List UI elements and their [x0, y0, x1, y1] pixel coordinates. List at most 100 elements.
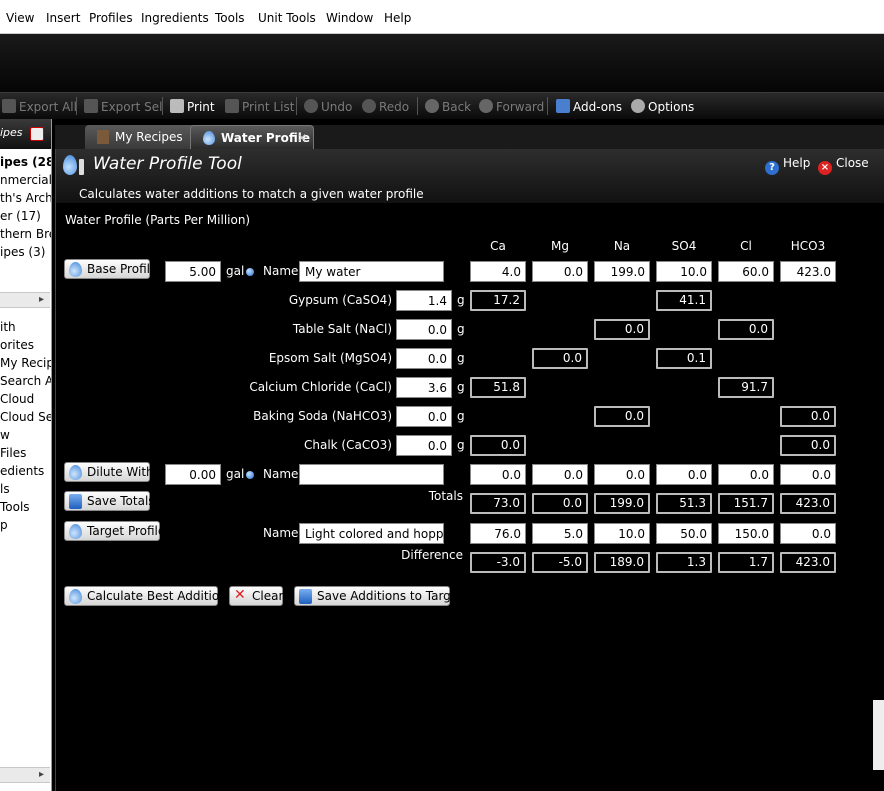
sidebar-item[interactable]: ipes (3)	[0, 245, 45, 259]
addition-unit: g	[457, 293, 465, 307]
close-tab-icon[interactable]: ✕	[297, 131, 307, 145]
ion-input-hco3[interactable]: 0.0	[780, 523, 836, 544]
ion-input-cl[interactable]: 60.0	[718, 261, 774, 282]
ion-value-cl: 151.7	[718, 493, 774, 514]
sidebar-item[interactable]: er (17)	[0, 209, 41, 223]
clear-button[interactable]: ✕ Clear	[229, 586, 283, 606]
options-button[interactable]: Options	[631, 99, 694, 114]
ion-input-so4[interactable]: 0.0	[656, 464, 712, 485]
ion-input-mg[interactable]: 0.0	[532, 261, 588, 282]
sidebar-item[interactable]: My Recip	[0, 356, 51, 370]
help-button[interactable]: ? Help	[765, 156, 810, 175]
target-profile-button[interactable]: Target Profile	[64, 521, 165, 541]
export-sel-button[interactable]: Export Sel	[84, 99, 162, 114]
vertical-scrollbar[interactable]	[873, 700, 884, 770]
dilute-volume-input[interactable]: 0.00	[165, 464, 221, 485]
ion-input-so4[interactable]: 50.0	[656, 523, 712, 544]
tab-water-profile[interactable]: Water Profile ✕	[190, 125, 314, 149]
menu-item-view[interactable]: View	[6, 11, 34, 25]
ribbon-area	[0, 34, 884, 92]
toolbar-separator	[547, 97, 548, 115]
save-totals-button[interactable]: Save Totals	[64, 491, 155, 511]
target-name-input[interactable]: Light colored and hoppy p	[299, 523, 444, 544]
ion-input-mg[interactable]: 0.0	[532, 464, 588, 485]
sidebar-item[interactable]: Cloud	[0, 392, 34, 406]
left-panel-header: ipes	[0, 119, 51, 149]
menu-item-window[interactable]: Window	[326, 11, 373, 25]
ion-value-hco3: 423.0	[780, 493, 836, 514]
print-button[interactable]: Print	[170, 99, 215, 114]
sidebar-item[interactable]: Files	[0, 446, 26, 460]
sidebar-item[interactable]: ls	[0, 482, 10, 496]
ion-input-so4[interactable]: 10.0	[656, 261, 712, 282]
forward-button[interactable]: Forward	[479, 99, 544, 114]
sidebar-item[interactable]: p	[0, 518, 8, 532]
ion-value-mg: -5.0	[532, 552, 588, 573]
menu-item-help[interactable]: Help	[384, 11, 411, 25]
addition-ion-hco3: 0.0	[780, 435, 836, 456]
addition-amount-input[interactable]: 3.6	[396, 377, 452, 398]
base-profile-button-label: Base Profile	[87, 262, 158, 276]
addition-unit: g	[457, 438, 465, 452]
addition-amount-input[interactable]: 0.0	[396, 319, 452, 340]
close-button[interactable]: × Close	[818, 156, 869, 175]
ion-input-cl[interactable]: 0.0	[718, 464, 774, 485]
horizontal-scrollbar[interactable]: ▸	[0, 767, 50, 783]
print-list-button[interactable]: Print List	[225, 99, 294, 114]
sidebar-item[interactable]: Tools	[0, 500, 30, 514]
dilute-unit-dot-icon[interactable]	[246, 471, 254, 479]
base-volume-input[interactable]: 5.00	[165, 261, 221, 282]
horizontal-scrollbar[interactable]: ▸	[0, 292, 50, 308]
menu-item-unit-tools[interactable]: Unit Tools	[258, 11, 316, 25]
recipe-icon[interactable]	[30, 127, 44, 141]
sidebar-item[interactable]: edients	[0, 464, 44, 478]
ion-input-hco3[interactable]: 0.0	[780, 464, 836, 485]
back-button[interactable]: Back	[425, 99, 471, 114]
export-all-button[interactable]: Export All	[2, 99, 77, 114]
export-icon	[2, 99, 16, 113]
addition-amount-input[interactable]: 0.0	[396, 435, 452, 456]
addition-amount-input[interactable]: 1.4	[396, 290, 452, 311]
ion-input-ca[interactable]: 76.0	[470, 523, 526, 544]
sidebar-item[interactable]: orites	[0, 338, 34, 352]
sidebar-item[interactable]: Cloud Sea	[0, 410, 51, 424]
dilute-with-button[interactable]: Dilute With	[64, 462, 154, 482]
ion-input-hco3[interactable]: 423.0	[780, 261, 836, 282]
ion-input-na[interactable]: 10.0	[594, 523, 650, 544]
addons-button[interactable]: Add-ons	[556, 99, 622, 114]
menu-item-tools[interactable]: Tools	[215, 11, 245, 25]
tool-header: Water Profile Tool Calculates water addi…	[56, 149, 884, 203]
ion-input-ca[interactable]: 0.0	[470, 464, 526, 485]
redo-icon	[362, 99, 376, 113]
ion-input-na[interactable]: 199.0	[594, 261, 650, 282]
menu-item-ingredients[interactable]: Ingredients	[141, 11, 209, 25]
sidebar-item[interactable]: thern Bre	[0, 227, 51, 241]
sidebar-item[interactable]: th's Arch	[0, 191, 51, 205]
menu-item-profiles[interactable]: Profiles	[89, 11, 133, 25]
dilute-name-input[interactable]	[299, 464, 444, 485]
target-profile-button-label: Target Profile	[87, 524, 166, 538]
toolbar-separator	[296, 97, 297, 115]
addition-amount-input[interactable]: 0.0	[396, 348, 452, 369]
menu-item-insert[interactable]: Insert	[46, 11, 80, 25]
redo-button[interactable]: Redo	[362, 99, 409, 114]
sidebar-item[interactable]: Search Al	[0, 374, 51, 388]
save-additions-to-target-button[interactable]: Save Additions to Target	[294, 586, 463, 606]
sidebar-item[interactable]: ith	[0, 320, 16, 334]
save-icon	[299, 589, 312, 604]
ion-input-na[interactable]: 0.0	[594, 464, 650, 485]
sidebar-item[interactable]: w	[0, 428, 10, 442]
undo-button[interactable]: Undo	[304, 99, 352, 114]
ion-input-mg[interactable]: 5.0	[532, 523, 588, 544]
ion-input-cl[interactable]: 150.0	[718, 523, 774, 544]
sidebar-item[interactable]: ipes (28)	[0, 155, 51, 169]
base-profile-button[interactable]: Base Profile	[64, 259, 157, 279]
ion-input-ca[interactable]: 4.0	[470, 261, 526, 282]
base-name-input[interactable]: My water	[299, 261, 444, 282]
tool-title: Water Profile Tool	[93, 154, 242, 174]
base-unit-dot-icon[interactable]	[246, 268, 254, 276]
calculate-best-additions-button[interactable]: Calculate Best Additions	[64, 586, 233, 606]
addition-amount-input[interactable]: 0.0	[396, 406, 452, 427]
target-name-label: Name	[263, 526, 299, 540]
sidebar-item[interactable]: nmercial	[0, 173, 51, 187]
